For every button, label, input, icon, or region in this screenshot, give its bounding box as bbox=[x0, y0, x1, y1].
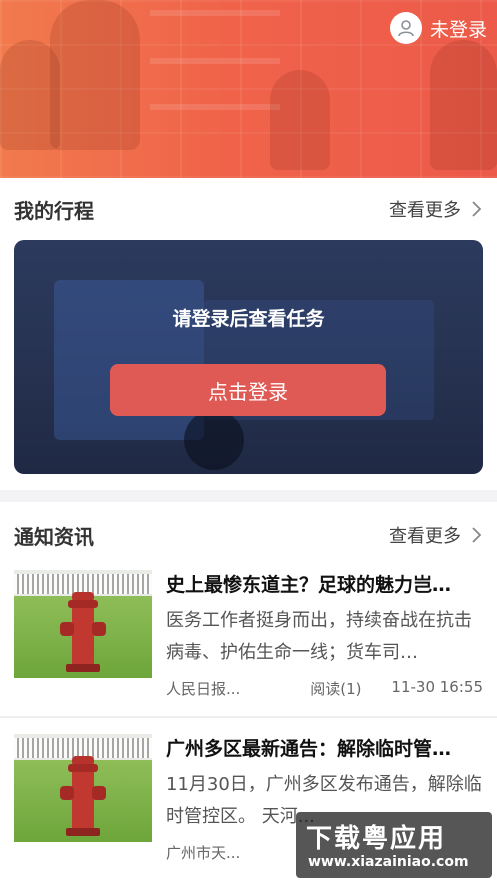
trip-card: 请登录后查看任务 点击登录 bbox=[14, 240, 483, 474]
watermark-url: www.xiazainiao.com bbox=[308, 854, 469, 870]
truck-wheel bbox=[184, 410, 244, 470]
user-status-label[interactable]: 未登录 bbox=[430, 15, 487, 42]
news-title[interactable]: 广州多区最新通告：解除临时管… bbox=[166, 734, 483, 761]
trip-more-label[interactable]: 查看更多 bbox=[389, 196, 461, 222]
chevron-right-icon[interactable] bbox=[469, 200, 483, 218]
login-prompt-message: 请登录后查看任务 bbox=[172, 308, 325, 330]
trip-more-link[interactable]: 查看更多 bbox=[389, 196, 483, 222]
watermark-text: 下载粤应用 bbox=[306, 824, 447, 854]
banner-figure bbox=[270, 70, 330, 170]
banner-shelf bbox=[150, 58, 280, 64]
banner-figure bbox=[50, 0, 140, 150]
chevron-right-icon[interactable] bbox=[469, 526, 483, 544]
user-icon[interactable] bbox=[389, 12, 422, 44]
news-summary: 医务工作者挺身而出，持续奋战在抗击病毒、护佑生命一线；货车司… bbox=[166, 610, 472, 663]
login-button[interactable]: 点击登录 bbox=[110, 364, 386, 416]
news-thumbnail[interactable] bbox=[14, 734, 152, 842]
fire-hydrant-icon bbox=[60, 592, 106, 672]
news-more-label[interactable]: 查看更多 bbox=[389, 522, 461, 548]
news-time: 11-30 16:55 bbox=[391, 678, 483, 696]
banner-shelf bbox=[150, 104, 280, 110]
news-text: 史上最惨东道主？足球的魅力岂… 医务工作者挺身而出，持续奋战在抗击病毒、护佑生命… bbox=[166, 570, 483, 669]
news-title[interactable]: 史上最惨东道主？足球的魅力岂… bbox=[166, 570, 483, 597]
news-thumbnail[interactable] bbox=[14, 570, 152, 678]
fire-hydrant-icon bbox=[60, 756, 106, 836]
login-status[interactable]: 未登录 bbox=[389, 12, 487, 44]
news-more-link[interactable]: 查看更多 bbox=[389, 522, 483, 548]
news-divider bbox=[0, 716, 497, 718]
banner-shelf bbox=[150, 10, 280, 16]
trip-section-title: 我的行程 bbox=[14, 198, 94, 223]
banner-figure bbox=[430, 40, 497, 170]
news-source: 广州市天... bbox=[166, 844, 241, 862]
banner-figure bbox=[0, 40, 60, 150]
news-section-header: 通知资讯 查看更多 bbox=[14, 520, 483, 550]
site-watermark: 下载粤应用 www.xiazainiao.com bbox=[296, 812, 492, 878]
news-source: 人民日报... bbox=[166, 680, 241, 698]
news-list-item[interactable]: 史上最惨东道主？足球的魅力岂… 医务工作者挺身而出，持续奋战在抗击病毒、护佑生命… bbox=[0, 570, 497, 716]
news-meta: 人民日报... 阅读(1) 11-30 16:55 bbox=[166, 678, 483, 699]
news-section-title: 通知资讯 bbox=[14, 524, 94, 549]
header-banner: 未登录 bbox=[0, 0, 497, 178]
trip-section-header: 我的行程 查看更多 bbox=[14, 194, 483, 224]
news-read-count: 阅读(1) bbox=[310, 680, 362, 698]
